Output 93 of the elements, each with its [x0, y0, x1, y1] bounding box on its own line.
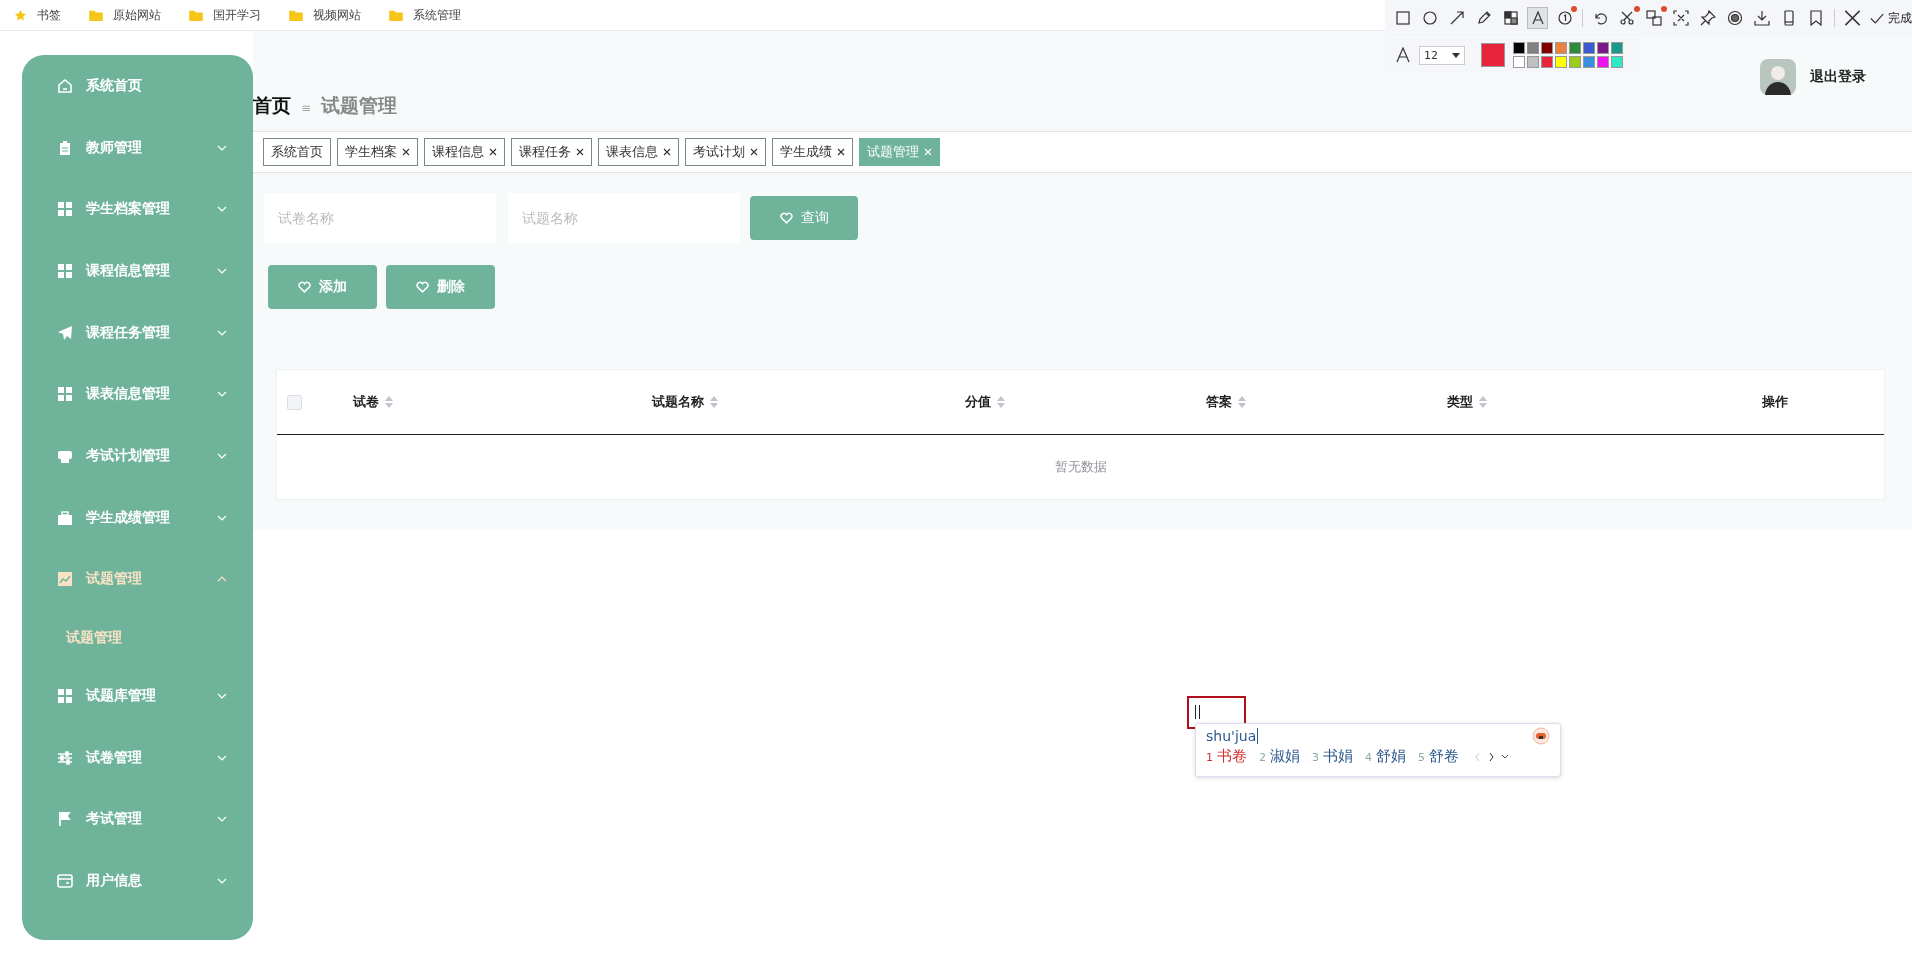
color-swatch[interactable] [1527, 42, 1539, 54]
ime-candidate[interactable]: 4 舒娟 [1365, 747, 1406, 766]
page-tab[interactable]: 考试计划 [685, 138, 766, 166]
page-tab[interactable]: 学生成绩 [772, 138, 853, 166]
color-swatch[interactable] [1569, 42, 1581, 54]
rect-tool-icon[interactable] [1393, 8, 1412, 28]
font-icon [1395, 47, 1411, 63]
color-swatch[interactable] [1611, 56, 1623, 68]
heart-icon [298, 281, 311, 293]
ime-candidate[interactable]: 1 书卷 [1206, 747, 1247, 766]
bookmark-item[interactable]: 视频网站 [289, 6, 361, 24]
color-swatch[interactable] [1597, 42, 1609, 54]
column-header[interactable]: 类型 [1446, 393, 1473, 411]
color-swatch[interactable] [1513, 56, 1525, 68]
star-icon [14, 8, 27, 22]
grid-icon [57, 688, 73, 705]
column-header[interactable]: 试题名称 [651, 393, 704, 411]
color-swatch[interactable] [1541, 56, 1553, 68]
done-button[interactable]: 完成 [1869, 9, 1912, 27]
font-size-dropdown[interactable]: 12 [1419, 45, 1465, 65]
flag-icon [57, 811, 73, 828]
page-tab[interactable]: 系统首页 [263, 138, 331, 166]
folder-icon [289, 9, 303, 21]
check-icon [1869, 12, 1884, 24]
color-swatch[interactable] [1541, 42, 1553, 54]
plane-icon [57, 324, 73, 341]
color-swatch[interactable] [1583, 42, 1595, 54]
download-tool-icon[interactable] [1752, 8, 1772, 28]
breadcrumb-current: 试题管理 [321, 93, 398, 118]
caret-icon [1452, 52, 1460, 58]
color-swatch[interactable] [1583, 56, 1595, 68]
color-swatch[interactable] [1555, 56, 1567, 68]
bookmark-item[interactable]: 书签 [14, 6, 61, 24]
heart-icon [779, 212, 793, 224]
grid-icon [57, 201, 73, 218]
color-swatch[interactable] [1611, 42, 1623, 54]
ime-logo-icon [1532, 727, 1550, 745]
sliders-icon [57, 749, 73, 766]
bookmark-item[interactable]: 系统管理 [389, 6, 461, 24]
ime-candidate[interactable]: 2 淑娟 [1259, 747, 1300, 766]
ime-candidate[interactable]: 3 书娟 [1312, 747, 1353, 766]
select-all-checkbox[interactable] [287, 394, 302, 410]
avatar-icon[interactable] [1760, 59, 1796, 95]
text-tool-icon[interactable] [1528, 8, 1547, 28]
chart-icon [57, 571, 73, 588]
grid-icon [57, 386, 73, 403]
pin-tool-icon[interactable] [1698, 8, 1718, 28]
breadcrumb-home[interactable]: 首页 [253, 93, 291, 119]
cut-tool-icon[interactable] [1617, 8, 1637, 28]
card-icon [57, 873, 73, 890]
empty-message: 暂无数据 [1054, 458, 1107, 476]
page-tab[interactable]: 课表信息 [598, 138, 679, 166]
mosaic-tool-icon[interactable] [1501, 8, 1520, 28]
color-swatch[interactable] [1527, 56, 1539, 68]
circle-tool-icon[interactable] [1420, 8, 1439, 28]
ime-composition: shu'jua [1206, 728, 1259, 744]
column-header[interactable]: 操作 [1761, 393, 1788, 411]
page-tab[interactable]: 课程任务 [511, 138, 592, 166]
color-swatch[interactable] [1597, 56, 1609, 68]
close-icon[interactable] [663, 148, 671, 156]
folder-icon [89, 9, 103, 21]
folder-icon [389, 9, 403, 21]
number-tool-icon[interactable] [1555, 8, 1574, 28]
close-icon[interactable] [402, 148, 410, 156]
column-header[interactable]: 答案 [1206, 393, 1232, 411]
bookmark-item[interactable]: 原始网站 [89, 6, 161, 24]
grid-icon [57, 262, 73, 279]
logout-link[interactable]: 退出登录 [1810, 68, 1866, 86]
color-swatch[interactable] [1555, 42, 1567, 54]
close-icon[interactable] [489, 148, 497, 156]
bookmark-item[interactable]: 国开学习 [189, 6, 261, 24]
column-header[interactable]: 试卷 [353, 393, 379, 411]
ime-candidate[interactable]: 5 舒卷 [1418, 747, 1459, 766]
home-icon [57, 77, 73, 94]
clip-icon [57, 139, 73, 156]
search-field[interactable]: 试卷名称 [264, 193, 496, 243]
close-icon[interactable] [837, 148, 845, 156]
color-swatch[interactable] [1569, 56, 1581, 68]
close-icon[interactable] [1842, 8, 1862, 28]
bag-icon [57, 509, 73, 526]
page-tab[interactable]: 课程信息 [424, 138, 505, 166]
column-header[interactable]: 分值 [965, 393, 992, 411]
text-cursor-icon [1195, 705, 1200, 719]
search-field[interactable]: 试题名称 [508, 193, 740, 243]
heart-icon [416, 281, 429, 293]
page-tab[interactable]: 学生档案 [337, 138, 418, 166]
current-color-swatch[interactable] [1481, 43, 1505, 67]
color-swatch[interactable] [1513, 42, 1525, 54]
close-icon[interactable] [576, 148, 584, 156]
breadcrumb-separator: ≡ [301, 101, 312, 115]
folder-icon [189, 9, 203, 21]
record-tool-icon[interactable] [1725, 8, 1745, 28]
close-icon[interactable] [750, 148, 758, 156]
